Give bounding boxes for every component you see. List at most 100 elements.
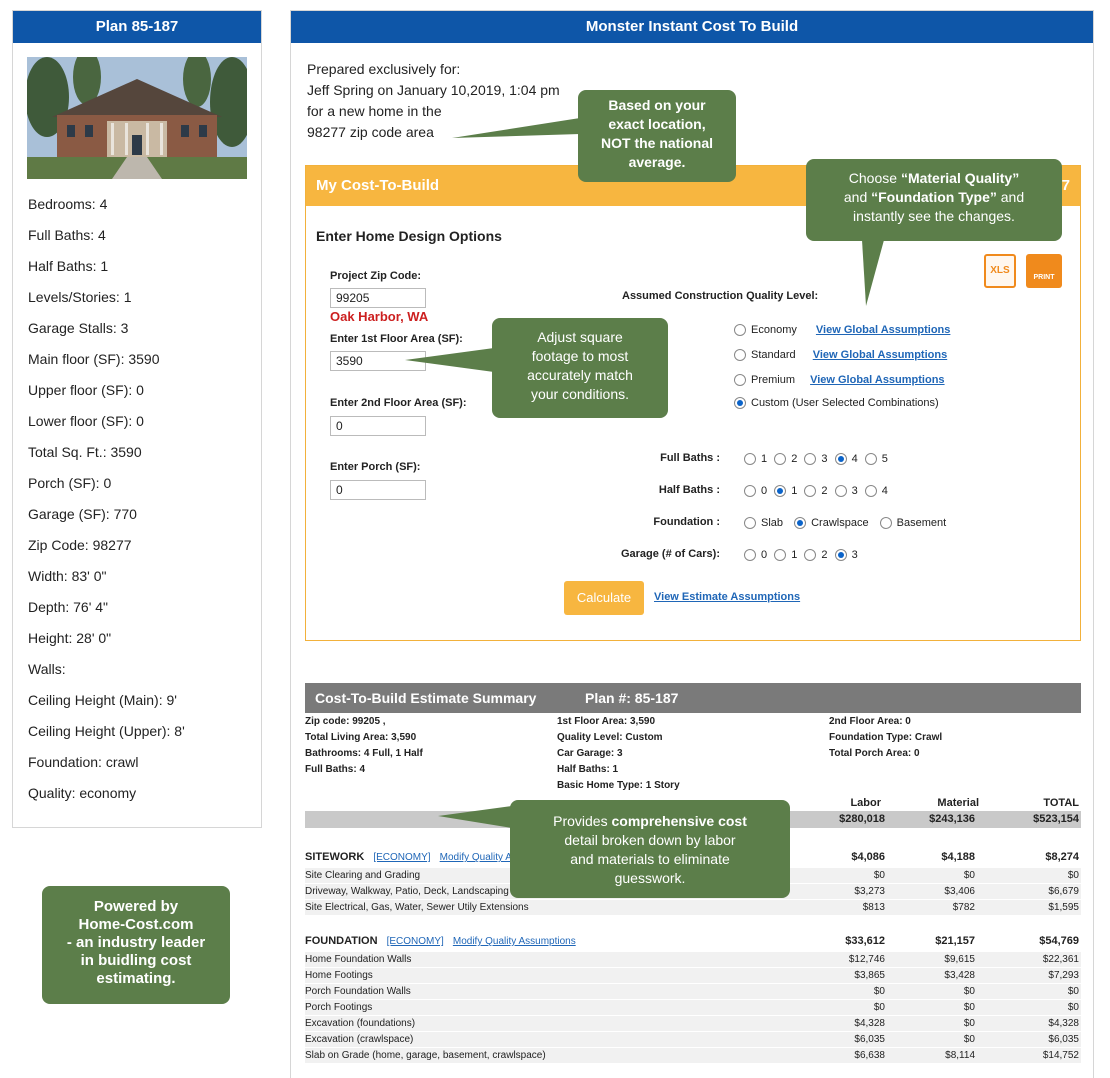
radio-half-baths[interactable] bbox=[804, 485, 817, 498]
full-baths-label: Full Baths : bbox=[660, 452, 720, 464]
summary-field: Half Baths: 1 bbox=[557, 764, 619, 775]
powered-line: Powered by bbox=[93, 898, 179, 915]
quality-tag-link[interactable]: [ECONOMY] bbox=[387, 936, 444, 947]
quality-option-label: Premium bbox=[751, 374, 796, 386]
summary-title: Cost-To-Build Estimate Summary bbox=[315, 690, 537, 706]
row-material: $0 bbox=[963, 1034, 975, 1045]
row-total: $14,752 bbox=[1042, 1050, 1079, 1061]
option-label: Crawlspace bbox=[811, 517, 869, 529]
view-global-assumptions-link[interactable]: View Global Assumptions bbox=[813, 349, 947, 361]
spec-item: Zip Code: 98277 bbox=[28, 537, 132, 553]
table-row: Home Foundation Walls $12,746 $9,615 $22… bbox=[305, 952, 1081, 968]
half-baths-options[interactable]: 0 1 2 3 4 bbox=[744, 484, 892, 500]
radio-full-baths[interactable] bbox=[834, 453, 847, 466]
porch-input[interactable]: 0 bbox=[330, 480, 426, 500]
quality-option-economy[interactable]: Economy View Global Assumptions bbox=[734, 323, 950, 339]
zip-input[interactable]: 99205 bbox=[330, 288, 426, 308]
powered-by-callout: Powered by Home-Cost.com - an industry l… bbox=[42, 886, 230, 1004]
city-label: Oak Harbor, WA bbox=[330, 309, 429, 324]
calculate-button[interactable]: Calculate bbox=[564, 581, 644, 615]
row-material: $0 bbox=[963, 986, 975, 997]
foundation-options[interactable]: Slab Crawlspace Basement bbox=[744, 516, 950, 532]
full-baths-options[interactable]: 1 2 3 4 5 bbox=[744, 452, 892, 468]
summary-field: Zip code: 99205 , bbox=[305, 716, 386, 727]
row-total: $7,293 bbox=[1048, 970, 1079, 981]
summary-field: Total Living Area: 3,590 bbox=[305, 732, 417, 743]
callout-text: Provides bbox=[553, 813, 612, 829]
option-label: 3 bbox=[821, 453, 828, 465]
radio-economy[interactable] bbox=[734, 324, 746, 337]
view-estimate-assumptions-link[interactable]: View Estimate Assumptions bbox=[654, 591, 800, 603]
row-material: $0 bbox=[963, 1018, 975, 1029]
summary-col-1: Zip code: 99205 , Total Living Area: 3,5… bbox=[305, 714, 423, 778]
garage-options[interactable]: 0 1 2 3 bbox=[744, 548, 862, 564]
table-row: Slab on Grade (home, garage, basement, c… bbox=[305, 1048, 1081, 1064]
floor2-input[interactable]: 0 bbox=[330, 416, 426, 436]
modify-quality-link[interactable]: Modify Quality Assumptions bbox=[453, 936, 576, 947]
option-label: 1 bbox=[791, 485, 798, 497]
spec-item: Total Sq. Ft.: 3590 bbox=[28, 444, 142, 460]
section-total: $8,274 bbox=[1045, 851, 1079, 863]
radio-full-baths[interactable] bbox=[804, 453, 817, 466]
radio-full-baths[interactable] bbox=[744, 453, 756, 466]
house-image bbox=[27, 57, 247, 179]
quality-option-label: Custom (User Selected Combinations) bbox=[751, 397, 939, 409]
option-label: 3 bbox=[851, 549, 858, 561]
table-row: Site Electrical, Gas, Water, Sewer Utily… bbox=[305, 900, 1081, 916]
row-total: $0 bbox=[1067, 986, 1079, 997]
radio-half-baths[interactable] bbox=[834, 485, 847, 498]
radio-garage[interactable] bbox=[774, 549, 787, 562]
row-labor: $6,638 bbox=[854, 1050, 885, 1061]
row-total: $4,328 bbox=[1048, 1018, 1079, 1029]
radio-garage[interactable] bbox=[834, 549, 847, 562]
radio-standard[interactable] bbox=[734, 349, 746, 362]
spec-item: Foundation: crawl bbox=[28, 754, 139, 770]
quality-option-standard[interactable]: Standard View Global Assumptions bbox=[734, 348, 947, 364]
row-total: $0 bbox=[1067, 1002, 1079, 1013]
section-material: $4,188 bbox=[941, 851, 975, 863]
radio-foundation[interactable] bbox=[879, 517, 892, 530]
xls-export-icon[interactable]: XLS bbox=[984, 254, 1016, 288]
total-overall: $523,154 bbox=[1033, 813, 1079, 825]
radio-foundation[interactable] bbox=[744, 517, 756, 530]
radio-half-baths[interactable] bbox=[774, 485, 787, 498]
total-labor: $280,018 bbox=[839, 813, 885, 825]
callout-text: and materials to eliminate bbox=[570, 851, 730, 867]
callout-line: average. bbox=[628, 154, 686, 170]
radio-full-baths[interactable] bbox=[864, 453, 877, 466]
spec-item: Upper floor (SF): 0 bbox=[28, 382, 144, 398]
radio-full-baths[interactable] bbox=[774, 453, 787, 466]
section-name: FOUNDATION bbox=[305, 935, 378, 947]
radio-half-baths[interactable] bbox=[744, 485, 756, 498]
radio-garage[interactable] bbox=[804, 549, 817, 562]
prepared-line: for a new home in the bbox=[307, 103, 442, 119]
radio-premium[interactable] bbox=[734, 374, 746, 387]
callout-line: Adjust square bbox=[537, 329, 623, 345]
row-total: $0 bbox=[1067, 870, 1079, 881]
row-total: $6,679 bbox=[1048, 886, 1079, 897]
view-global-assumptions-link[interactable]: View Global Assumptions bbox=[810, 374, 944, 386]
spec-item: Depth: 76' 4" bbox=[28, 599, 109, 615]
radio-custom[interactable] bbox=[734, 397, 746, 410]
prepared-block: Prepared exclusively for: Jeff Spring on… bbox=[307, 59, 560, 143]
print-icon[interactable]: PRINT bbox=[1026, 254, 1062, 288]
option-label: 5 bbox=[881, 453, 888, 465]
radio-half-baths[interactable] bbox=[864, 485, 877, 498]
row-labor: $3,273 bbox=[854, 886, 885, 897]
summary-field: Total Porch Area: 0 bbox=[829, 748, 920, 759]
radio-garage[interactable] bbox=[744, 549, 756, 562]
prepared-line: 98277 zip code area bbox=[307, 124, 434, 140]
quality-tag-link[interactable]: [ECONOMY] bbox=[373, 852, 430, 863]
row-material: $0 bbox=[963, 870, 975, 881]
summary-field: 2nd Floor Area: 0 bbox=[829, 716, 911, 727]
summary-field: Car Garage: 3 bbox=[557, 748, 623, 759]
material-quality-callout: Choose “Material Quality” and “Foundatio… bbox=[806, 159, 1062, 241]
spec-item: Half Baths: 1 bbox=[28, 258, 109, 274]
radio-foundation[interactable] bbox=[794, 517, 807, 530]
quality-option-premium[interactable]: Premium View Global Assumptions bbox=[734, 373, 945, 389]
quality-option-custom[interactable]: Custom (User Selected Combinations) bbox=[734, 396, 939, 412]
section-labor: $4,086 bbox=[851, 851, 885, 863]
floor1-input[interactable]: 3590 bbox=[330, 351, 426, 371]
view-global-assumptions-link[interactable]: View Global Assumptions bbox=[816, 324, 950, 336]
summary-col-2: 1st Floor Area: 3,590 Quality Level: Cus… bbox=[557, 714, 680, 794]
